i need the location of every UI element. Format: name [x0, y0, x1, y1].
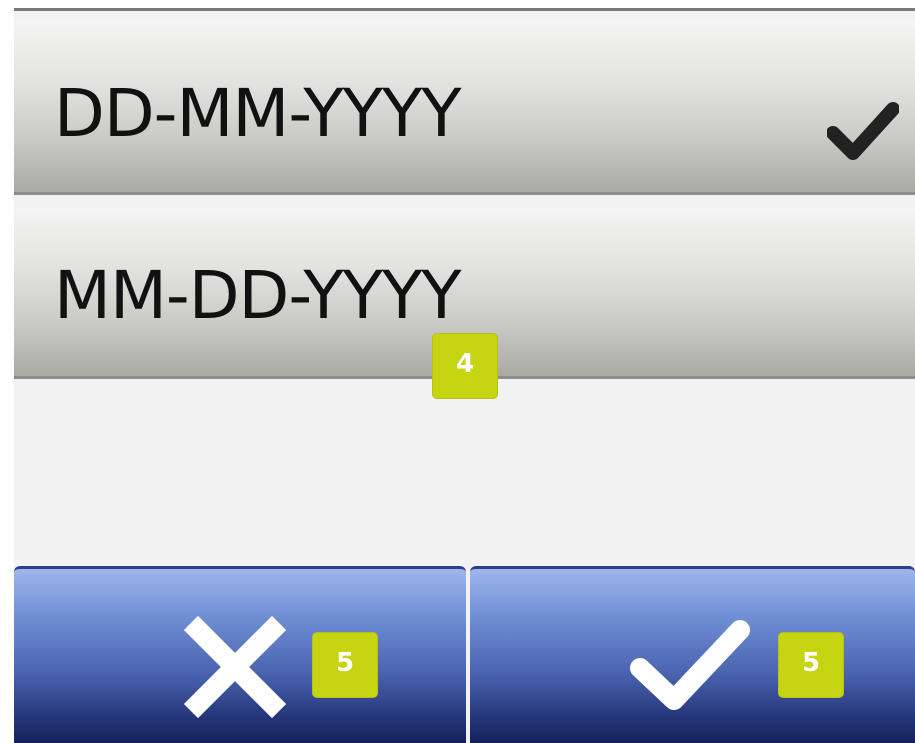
checkmark-icon — [827, 102, 899, 160]
callout-badge-4: 4 — [432, 333, 498, 399]
callout-badge-5: 5 — [312, 632, 378, 698]
cancel-button[interactable]: 5 — [14, 566, 466, 743]
callout-badge-5: 5 — [778, 632, 844, 698]
option-label: MM-DD-YYYY — [54, 257, 462, 334]
option-label: DD-MM-YYYY — [54, 75, 462, 152]
checkmark-icon — [630, 620, 750, 710]
confirm-button[interactable]: 5 — [470, 566, 915, 743]
option-dd-mm-yyyy[interactable]: DD-MM-YYYY — [14, 21, 915, 195]
close-icon — [184, 616, 286, 718]
